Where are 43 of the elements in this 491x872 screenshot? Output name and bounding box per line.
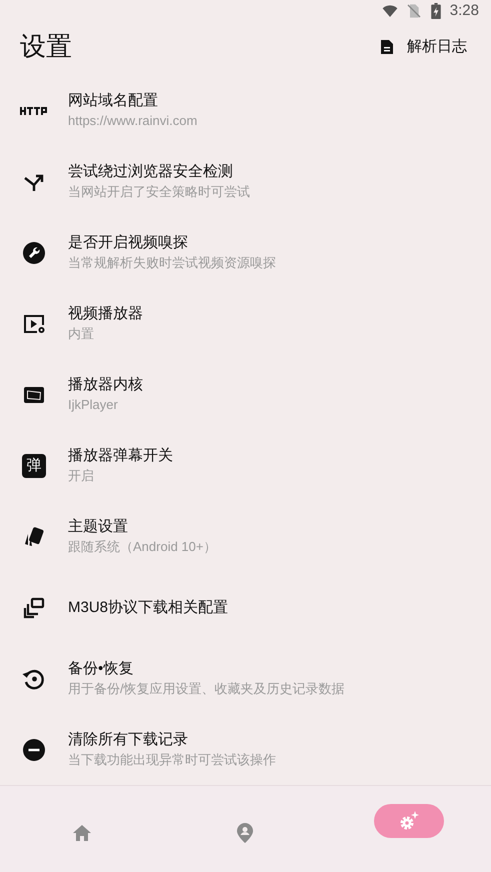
setting-subtitle: 内置 [68,324,95,342]
setting-subtitle: 跟随系统（Android 10+） [68,538,216,556]
setting-title: 清除所有下载记录 [68,730,189,750]
setting-subtitle: 当下载功能出现异常时可尝试该操作 [68,750,276,768]
no-sim-icon [406,3,422,20]
setting-subtitle: IjkPlayer [68,396,119,414]
remove-circle-icon [22,738,46,762]
cards-icon [22,524,46,548]
page-title: 设置 [20,30,72,64]
document-icon [379,38,395,55]
settings-item[interactable]: 网站域名配置 https://www.rainvi.com [0,75,491,146]
settings-item[interactable]: 主题设置 跟随系统（Android 10+） [0,501,491,572]
setting-subtitle: https://www.rainvi.com [68,112,198,130]
setting-title: 备份•恢复 [68,658,134,678]
setting-title: 尝试绕过浏览器安全检测 [68,162,234,182]
settings-item[interactable]: 是否开启视频嗅探 当常规解析失败时尝试视频资源嗅探 [0,217,491,288]
battery-charging-icon [430,3,442,20]
wrench-icon [22,240,46,264]
setting-subtitle: 当常规解析失败时尝试视频资源嗅探 [68,254,276,272]
stacked-windows-icon [22,596,46,620]
setting-title: 播放器弹幕开关 [68,446,173,466]
setting-title: 播放器内核 [68,374,143,394]
parse-log-button[interactable]: 解析日志 [371,32,475,62]
settings-item[interactable]: 视频播放器 内置 [0,288,491,359]
nav-tab[interactable] [374,804,444,838]
settings-item[interactable]: 弹 播放器弹幕开关 开启 [0,430,491,501]
setting-subtitle: 用于备份/恢复应用设置、收藏夹及历史记录数据 [68,680,345,698]
danmaku-icon: 弹 [22,454,46,478]
settings-item[interactable]: 播放器内核 IjkPlayer [0,359,491,430]
clock-time: 3:28 [450,1,479,21]
settings-item[interactable]: 清除所有下载记录 当下载功能出现异常时可尝试该操作 [0,714,491,785]
wifi-icon [382,3,398,20]
setting-title: 网站域名配置 [68,90,159,110]
settings-item[interactable]: 尝试绕过浏览器安全检测 当网站开启了安全策略时可尝试 [0,146,491,217]
setting-subtitle: 开启 [68,466,95,484]
settings-item[interactable]: 备份•恢复 用于备份/恢复应用设置、收藏夹及历史记录数据 [0,643,491,714]
setting-subtitle: 当网站开启了安全策略时可尝试 [68,182,250,200]
setting-title: 视频播放器 [68,304,143,324]
http-icon [20,104,48,116]
settings-item[interactable]: M3U8协议下载相关配置 [0,572,491,643]
setting-title: 是否开启视频嗅探 [68,232,189,252]
setting-title: 主题设置 [68,516,129,536]
setting-title: M3U8协议下载相关配置 [68,598,228,618]
